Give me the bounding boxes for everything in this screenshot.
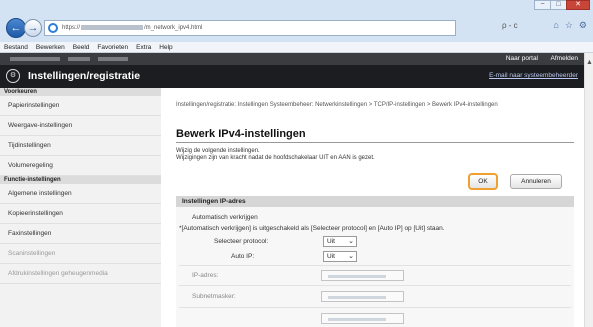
cancel-button[interactable]: Annuleren <box>510 174 562 189</box>
home-icon[interactable]: ⌂ <box>553 20 558 31</box>
instruction-text: Wijzig de volgende instellingen. <box>176 148 260 154</box>
ip-settings-panel: Automatisch verkrijgen *[Automatisch ver… <box>176 207 574 327</box>
window-controls: − □ ✕ <box>534 0 590 10</box>
select-protocol-value: Uit <box>327 238 335 245</box>
auto-obtain-note: *[Automatisch verkrijgen] is uitgeschake… <box>179 225 445 232</box>
sidebar-item-display[interactable]: Weergave-instellingen <box>0 116 161 136</box>
page-title: Bewerk IPv4-instellingen <box>176 128 306 140</box>
gear-icon[interactable]: ⚙ <box>579 20 587 31</box>
device-info-redacted <box>10 57 128 61</box>
sidebar-section-preferences: Voorkeuren <box>0 88 161 96</box>
app-top-bar: Naar portal Afmelden <box>0 53 584 65</box>
settings-logo-icon: ⚙ <box>6 69 20 83</box>
arrow-left-icon: ← <box>10 22 22 34</box>
address-bar[interactable]: https:// /m_network_ipv4.html <box>44 20 456 36</box>
browser-titlebar: − □ ✕ ← → https:// /m_network_ipv4.html ρ… <box>0 0 593 42</box>
select-protocol-label: Selecteer protocol: <box>214 238 269 245</box>
row-divider <box>179 307 571 308</box>
sidebar-item-paper[interactable]: Papierinstellingen <box>0 96 161 116</box>
ip-settings-header: Instellingen IP-adres <box>176 196 574 207</box>
portal-link[interactable]: Naar portal <box>506 55 538 62</box>
menu-bestand[interactable]: Bestand <box>4 44 28 51</box>
sidebar-item-volume[interactable]: Volumeregeling <box>0 156 161 176</box>
breadcrumb: Instellingen/registratie: Instellingen S… <box>176 102 498 108</box>
logout-link[interactable]: Afmelden <box>551 55 578 62</box>
subnet-mask-field[interactable] <box>321 291 404 302</box>
menu-beeld[interactable]: Beeld <box>73 44 90 51</box>
auto-ip-value: Uit <box>327 253 335 260</box>
arrow-right-icon: → <box>27 22 39 34</box>
url-start: https:// <box>62 25 81 32</box>
url-text: https:// /m_network_ipv4.html <box>62 24 203 32</box>
star-icon[interactable]: ☆ <box>565 20 573 31</box>
close-window-button[interactable]: ✕ <box>566 0 590 10</box>
page-scrollbar[interactable]: ▲ <box>584 53 593 327</box>
url-end: /m_network_ipv4.html <box>144 25 203 32</box>
auto-ip-dropdown[interactable]: Uit ⌄ <box>323 251 357 262</box>
menu-favorieten[interactable]: Favorieten <box>97 44 128 51</box>
sidebar-section-functions: Functie-instellingen <box>0 176 161 184</box>
row-divider <box>179 265 571 266</box>
ie-icon <box>48 23 58 33</box>
sidebar-item-fax[interactable]: Faxinstellingen <box>0 224 161 244</box>
subnet-mask-label: Subnetmasker: <box>192 293 236 300</box>
sidebar-item-general[interactable]: Algemene instellingen <box>0 184 161 204</box>
restart-notice: Wijzigingen zijn van kracht nadat de hoo… <box>176 155 375 161</box>
ip-address-label: IP-adres: <box>192 272 219 279</box>
back-button[interactable]: ← <box>6 18 26 38</box>
gateway-field[interactable] <box>321 313 404 324</box>
forward-button[interactable]: → <box>24 19 42 37</box>
maximize-button[interactable]: □ <box>550 0 567 10</box>
toolbar-icons: ⌂ ☆ ⚙ <box>553 20 587 31</box>
app-header: ⚙ Instellingen/registratie E-mail naar s… <box>0 65 584 88</box>
url-redacted <box>81 24 144 30</box>
row-divider <box>179 285 571 286</box>
main-content: Instellingen/registratie: Instellingen S… <box>168 88 576 327</box>
ip-address-field[interactable] <box>321 270 404 281</box>
auto-obtain-label: Automatisch verkrijgen <box>192 214 258 221</box>
search-refresh[interactable]: ρ - c <box>502 21 518 30</box>
menu-bar: Bestand Bewerken Beeld Favorieten Extra … <box>0 42 593 53</box>
scroll-up-icon[interactable]: ▲ <box>586 59 593 66</box>
email-admin-link[interactable]: E-mail naar systeembeheerder <box>489 72 578 79</box>
ok-button[interactable]: OK <box>468 173 498 190</box>
auto-ip-label: Auto IP: <box>231 253 255 260</box>
sidebar-item-time[interactable]: Tijdinstellingen <box>0 136 161 156</box>
select-protocol-dropdown[interactable]: Uit ⌄ <box>323 236 357 247</box>
app-title: Instellingen/registratie <box>28 70 141 82</box>
sidebar-item-copy[interactable]: Kopieerinstellingen <box>0 204 161 224</box>
sidebar-item-memory-print[interactable]: Afdrukinstellingen geheugenmedia <box>0 264 161 284</box>
chevron-down-icon: ⌄ <box>348 253 354 260</box>
menu-bewerken[interactable]: Bewerken <box>36 44 65 51</box>
sidebar-item-scan[interactable]: Scaninstellingen <box>0 244 161 264</box>
menu-help[interactable]: Help <box>159 44 172 51</box>
menu-extra[interactable]: Extra <box>136 44 151 51</box>
sidebar: Voorkeuren Papierinstellingen Weergave-i… <box>0 88 161 327</box>
title-divider <box>176 142 574 143</box>
minimize-button[interactable]: − <box>534 0 551 10</box>
chevron-down-icon: ⌄ <box>348 238 354 245</box>
